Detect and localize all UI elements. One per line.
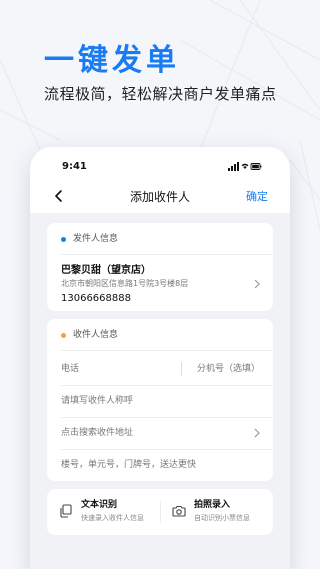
promo-headline: 一键发单 xyxy=(44,43,180,78)
tool-title: 拍照录入 xyxy=(194,500,231,510)
receiver-section-header: 收件人信息 xyxy=(61,329,118,341)
address-detail-row: 楼号，单元号，门牌号，送达更快 xyxy=(61,449,259,481)
divider xyxy=(61,350,273,351)
address-detail-field[interactable]: 楼号，单元号，门牌号，送达更快 xyxy=(61,459,196,471)
sender-name: 巴黎贝甜（望京店） xyxy=(61,265,151,276)
chevron-right-icon xyxy=(254,279,260,289)
camera-icon xyxy=(172,505,186,517)
promo-subline: 流程极简，轻松解决商户发单痛点 xyxy=(44,85,277,103)
chevron-right-icon xyxy=(254,428,260,438)
status-bar: 9:41 xyxy=(30,147,290,177)
tools-card: 文本识别 快速录入收件人信息 拍照录入 自动识别小票信息 xyxy=(47,489,273,535)
sender-dot xyxy=(61,236,66,242)
address-search-field[interactable]: 点击搜索收件地址 xyxy=(61,427,133,439)
sender-address: 北京市朝阳区信息路1号院3号楼8层 xyxy=(61,279,189,288)
sender-phone: 13066668888 xyxy=(61,293,131,304)
form-content: 发件人信息 巴黎贝甜（望京店） 北京市朝阳区信息路1号院3号楼8层 130666… xyxy=(30,213,290,569)
phone-field[interactable]: 电话 xyxy=(61,363,79,375)
battery-icon xyxy=(250,163,262,170)
receiver-card: 收件人信息 电话 分机号（选填） 请填写收件人称呼 点击搜索收件地址 楼号，单元… xyxy=(47,319,273,481)
name-field-row: 请填写收件人称呼 xyxy=(61,385,259,417)
receiver-section-label: 收件人信息 xyxy=(73,330,119,340)
tool-subtitle: 快速录入收件人信息 xyxy=(81,514,144,522)
status-time: 9:41 xyxy=(62,161,87,172)
phone-field-row: 电话 分机号（选填） xyxy=(61,353,260,385)
navbar: 添加收件人 确定 xyxy=(30,181,290,213)
divider xyxy=(61,254,273,255)
wifi-icon xyxy=(241,163,249,169)
address-search-row[interactable]: 点击搜索收件地址 xyxy=(61,417,260,449)
receiver-dot xyxy=(61,332,66,338)
phone-mockup: 9:41 添加收件人 确定 发件人信息 巴黎贝甜（望京店） 北京市朝阳区信息路1… xyxy=(30,147,290,569)
name-field[interactable]: 请填写收件人称呼 xyxy=(61,395,133,407)
sender-section-header: 发件人信息 xyxy=(61,233,118,245)
sender-section-label: 发件人信息 xyxy=(73,234,119,244)
confirm-button[interactable]: 确定 xyxy=(246,190,268,204)
tool-title: 文本识别 xyxy=(81,500,118,510)
photo-entry-button[interactable]: 拍照录入 自动识别小票信息 xyxy=(160,489,273,535)
copy-icon xyxy=(60,504,72,518)
status-icons xyxy=(228,162,262,171)
text-recognition-button[interactable]: 文本识别 快速录入收件人信息 xyxy=(47,489,160,535)
signal-icon xyxy=(228,162,239,171)
extension-field[interactable]: 分机号（选填） xyxy=(197,363,260,375)
tool-subtitle: 自动识别小票信息 xyxy=(194,514,250,522)
sender-card[interactable]: 发件人信息 巴黎贝甜（望京店） 北京市朝阳区信息路1号院3号楼8层 130666… xyxy=(47,223,273,311)
field-separator xyxy=(181,362,182,376)
